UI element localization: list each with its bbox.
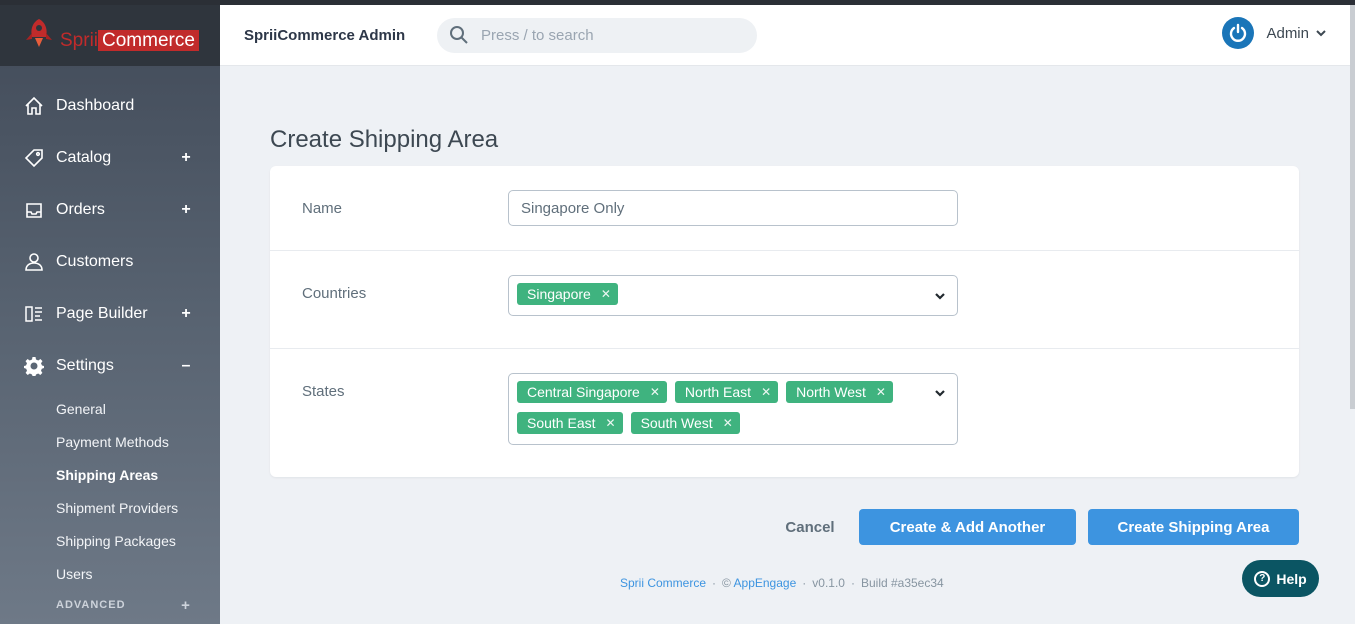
- inbox-icon: [24, 200, 44, 220]
- footer-version: v0.1.0: [812, 576, 845, 590]
- sidebar-item-label: Settings: [56, 357, 114, 374]
- logo[interactable]: Sprii Commerce: [0, 0, 220, 66]
- sidebar-subitem-shipment-providers[interactable]: Shipment Providers: [56, 491, 220, 524]
- form-row-name: Name: [270, 166, 1299, 251]
- shipping-area-form: Name Countries Singapore ✕ States Central…: [270, 166, 1299, 477]
- sidebar-item-page-builder[interactable]: Page Builder +: [0, 288, 220, 340]
- expand-toggle[interactable]: +: [180, 201, 192, 219]
- create-and-add-another-button[interactable]: Create & Add Another: [859, 509, 1076, 545]
- rocket-logo-icon: [26, 19, 52, 47]
- sidebar-item-label: Catalog: [56, 149, 112, 166]
- sidebar-item-label: Customers: [56, 253, 134, 270]
- sidebar-item-customers[interactable]: Customers: [0, 236, 220, 288]
- footer: Sprii Commerce · © AppEngage · v0.1.0 · Build …: [620, 576, 944, 590]
- page-builder-icon: [24, 304, 44, 324]
- tag-label: South West: [640, 415, 713, 431]
- search-input[interactable]: [481, 26, 731, 44]
- remove-tag-icon[interactable]: ✕: [761, 385, 771, 399]
- states-tags: Central Singapore ✕ North East ✕ North Wes…: [517, 381, 907, 434]
- sidebar-item-label: Dashboard: [56, 97, 135, 114]
- country-tag: Singapore ✕: [517, 283, 618, 305]
- sidebar-item-dashboard[interactable]: Dashboard: [0, 80, 220, 132]
- remove-tag-icon[interactable]: ✕: [601, 287, 611, 301]
- create-shipping-area-button[interactable]: Create Shipping Area: [1088, 509, 1299, 545]
- state-tag: North West ✕: [786, 381, 893, 403]
- sidebar-item-label: Orders: [56, 201, 105, 218]
- name-label: Name: [302, 200, 343, 217]
- expand-toggle[interactable]: +: [180, 149, 192, 167]
- state-tag: Central Singapore ✕: [517, 381, 667, 403]
- form-row-countries: Countries Singapore ✕: [270, 251, 1299, 349]
- sidebar-subitem-shipping-areas[interactable]: Shipping Areas: [56, 458, 220, 491]
- tag-label: North West: [796, 384, 866, 400]
- sidebar-item-catalog[interactable]: Catalog +: [0, 132, 220, 184]
- state-tag: South West ✕: [630, 412, 740, 434]
- separator: ·: [850, 576, 855, 590]
- power-icon: [1230, 23, 1247, 42]
- logo-text: Sprii Commerce: [60, 30, 199, 52]
- sidebar-nav: Dashboard Catalog + Orders + Customers P…: [0, 80, 220, 620]
- settings-submenu: General Payment Methods Shipping Areas S…: [0, 392, 220, 620]
- countries-multiselect[interactable]: Singapore ✕: [508, 275, 958, 316]
- user-menu[interactable]: Admin: [1222, 17, 1327, 49]
- question-icon: ?: [1254, 570, 1271, 587]
- remove-tag-icon[interactable]: ✕: [606, 416, 616, 430]
- page-title: Create Shipping Area: [270, 126, 499, 153]
- separator: ·: [802, 576, 807, 590]
- sidebar-subitem-payment-methods[interactable]: Payment Methods: [56, 425, 220, 458]
- state-tag: North East ✕: [674, 381, 779, 403]
- copyright-symbol: ©: [722, 576, 731, 590]
- app-title: SpriiCommerce Admin: [244, 26, 406, 44]
- remove-tag-icon[interactable]: ✕: [723, 416, 733, 430]
- user-name: Admin: [1266, 24, 1309, 42]
- search-bar[interactable]: [437, 17, 757, 53]
- gear-icon: [24, 356, 44, 376]
- sidebar-advanced-section[interactable]: ADVANCED +: [56, 590, 220, 620]
- separator: ·: [712, 576, 717, 590]
- tag-label: North East: [684, 384, 752, 400]
- sidebar-subitem-shipping-packages[interactable]: Shipping Packages: [56, 524, 220, 557]
- state-tag: South East ✕: [517, 412, 623, 434]
- cancel-button[interactable]: Cancel: [771, 509, 849, 545]
- tag-label: South East: [527, 415, 596, 431]
- expand-toggle[interactable]: +: [180, 305, 192, 323]
- collapse-toggle[interactable]: –: [180, 357, 192, 375]
- sidebar-subitem-general[interactable]: General: [56, 392, 220, 425]
- avatar: [1222, 17, 1255, 49]
- sidebar-item-settings[interactable]: Settings –: [0, 340, 220, 392]
- form-row-states: States Central Singapore ✕ North East ✕ No…: [270, 349, 1299, 477]
- chevron-down-icon[interactable]: [933, 386, 947, 400]
- scrollbar[interactable]: [1350, 5, 1355, 409]
- remove-tag-icon[interactable]: ✕: [650, 385, 660, 399]
- sidebar-item-label: Page Builder: [56, 305, 148, 322]
- name-field[interactable]: [508, 190, 958, 226]
- footer-build: Build #a35ec34: [860, 576, 944, 590]
- user-icon: [24, 252, 44, 272]
- tag-label: Singapore: [527, 286, 591, 302]
- search-icon: [450, 26, 468, 44]
- top-header: SpriiCommerce Admin Admin: [220, 5, 1355, 66]
- remove-tag-icon[interactable]: ✕: [876, 385, 886, 399]
- chevron-down-icon: [1316, 30, 1326, 37]
- tag-label: Central Singapore: [527, 384, 640, 400]
- home-icon: [24, 96, 44, 116]
- chevron-down-icon[interactable]: [933, 289, 947, 303]
- name-input[interactable]: [509, 191, 957, 225]
- sidebar-item-orders[interactable]: Orders +: [0, 184, 220, 236]
- countries-tags: Singapore ✕: [517, 283, 917, 305]
- help-label: Help: [1276, 570, 1307, 587]
- footer-company-link[interactable]: AppEngage: [734, 576, 797, 590]
- states-label: States: [302, 383, 345, 400]
- tag-icon: [24, 148, 44, 168]
- expand-toggle[interactable]: +: [180, 597, 192, 614]
- advanced-label: ADVANCED: [56, 599, 126, 611]
- footer-brand-link[interactable]: Sprii Commerce: [620, 576, 706, 590]
- sidebar: Sprii Commerce Dashboard Catalog + Orders…: [0, 0, 220, 624]
- window-top-strip: [0, 0, 1355, 5]
- help-button[interactable]: ? Help: [1242, 560, 1319, 597]
- countries-label: Countries: [302, 285, 367, 302]
- sidebar-subitem-users[interactable]: Users: [56, 557, 220, 590]
- states-multiselect[interactable]: Central Singapore ✕ North East ✕ North Wes…: [508, 373, 958, 445]
